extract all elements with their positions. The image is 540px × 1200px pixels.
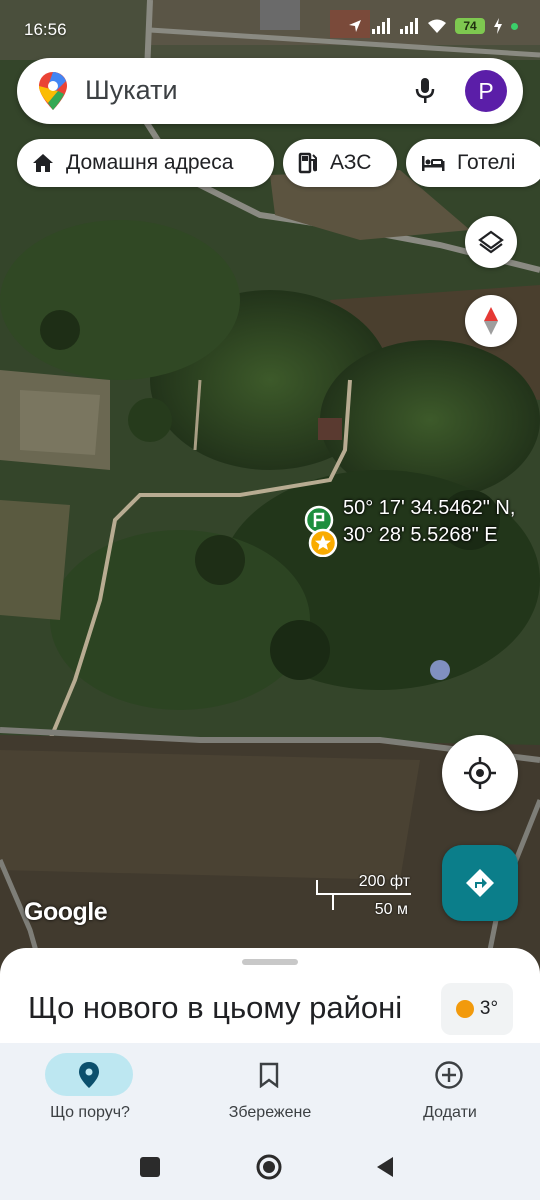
home-icon (33, 154, 53, 172)
sheet-drag-handle[interactable] (242, 959, 298, 965)
map-scale: 200 фт 50 м (316, 872, 416, 918)
nav-pill (45, 1053, 133, 1096)
charging-icon (494, 18, 502, 34)
hotel-icon (422, 156, 445, 171)
avatar[interactable]: P (465, 70, 507, 112)
bottom-navigation: Що поруч? Збережене Додати (0, 1043, 540, 1135)
recents-icon[interactable] (140, 1155, 160, 1177)
search-input[interactable]: Шукати (85, 75, 178, 106)
signal-icon (372, 18, 390, 34)
gas-station-icon (298, 152, 317, 174)
battery-indicator: 74 (455, 18, 485, 34)
nav-label: Додати (423, 1104, 477, 1121)
home-button-icon[interactable] (255, 1153, 283, 1181)
bottom-sheet[interactable]: Що нового в цьому районі 3° (0, 948, 540, 1044)
nav-contribute[interactable]: Додати (360, 1043, 540, 1135)
directions-icon (466, 869, 494, 897)
crosshair-icon (464, 757, 496, 789)
nav-explore[interactable]: Що поруч? (0, 1043, 180, 1135)
nav-pill (225, 1053, 313, 1096)
chip-label: Домашня адреса (66, 151, 234, 174)
add-circle-icon (435, 1060, 463, 1089)
location-arrow-icon (349, 20, 361, 32)
chip-hotels[interactable]: Готелі (406, 139, 540, 187)
system-navigation-bar (0, 1135, 540, 1200)
compass-icon (484, 307, 498, 335)
nav-label: Що поруч? (50, 1104, 130, 1121)
search-bar[interactable]: Шукати P (17, 58, 523, 124)
bookmark-icon (259, 1062, 279, 1088)
my-location-button[interactable] (442, 735, 518, 811)
microphone-icon[interactable] (415, 77, 435, 105)
coordinates-latitude: 50° 17' 34.5462" N, (343, 497, 516, 519)
nav-label: Збережене (228, 1104, 312, 1121)
status-bar: 16:56 74 (0, 0, 540, 60)
status-time: 16:56 (24, 20, 67, 39)
back-icon[interactable] (375, 1155, 395, 1179)
compass-button[interactable] (465, 295, 517, 347)
coordinates-longitude: 30° 28' 5.5268" E (343, 524, 498, 546)
chip-label: АЗС (330, 151, 372, 174)
layers-button[interactable] (465, 216, 517, 268)
status-dot (511, 22, 518, 30)
sheet-title: Що нового в цьому районі (28, 990, 403, 1025)
scale-meters: 50 м (374, 901, 408, 918)
map-markers[interactable] (303, 505, 341, 557)
chip-home-address[interactable]: Домашня адреса (17, 139, 274, 187)
chip-label: Готелі (457, 151, 516, 174)
nav-pill (405, 1053, 493, 1096)
signal-2-icon (400, 18, 418, 34)
directions-button[interactable] (442, 845, 518, 921)
chip-gas-stations[interactable]: АЗС (283, 139, 397, 187)
maps-logo-icon (39, 72, 67, 110)
sun-icon (455, 1000, 474, 1018)
google-logo: Google (24, 898, 108, 926)
scale-feet: 200 фт (358, 873, 410, 890)
weather-temperature: 3° (479, 998, 499, 1019)
layers-icon (478, 230, 504, 254)
weather-chip[interactable]: 3° (441, 983, 513, 1035)
location-pin-icon (79, 1061, 99, 1088)
nav-saved[interactable]: Збережене (180, 1043, 360, 1135)
status-icons: 74 (347, 18, 518, 34)
dropped-pin-coordinates[interactable]: 50° 17' 34.5462" N, 30° 28' 5.5268" E (343, 495, 515, 549)
wifi-icon (428, 19, 446, 33)
